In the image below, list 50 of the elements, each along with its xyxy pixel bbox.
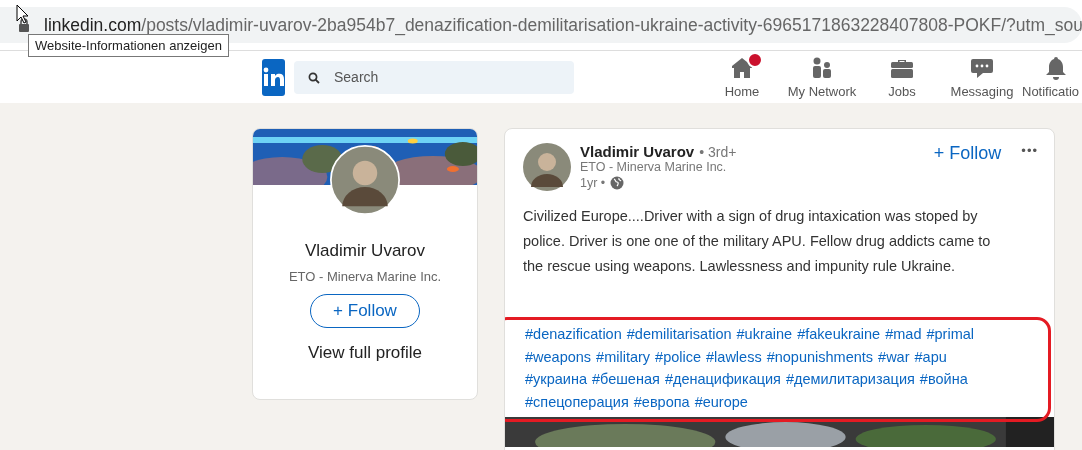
author-headline: ETO - Minerva Marine Inc. [580,160,728,174]
search-field[interactable]: Search [294,60,574,94]
hashtag-link[interactable]: #украина [525,371,587,388]
hashtag-link[interactable]: #бешеная [591,371,660,388]
post-text: Civilized Europe....Driver with a sign of drug intaxication was stoped by police. Driver is one one of the military APU. Fellow drug addicts came to the rescue using weapons. Lawlessness and impunity rule Ukraine. [523,207,992,276]
profile-name[interactable]: Vladimir Uvarov [305,241,425,261]
hashtag-link[interactable]: #война [919,371,968,388]
hashtag-link[interactable]: #lawless [706,348,762,365]
linkedin-logo[interactable] [262,58,285,96]
hashtag-link[interactable]: #денацификация [664,371,781,388]
view-profile-link[interactable]: View full profile [308,343,422,363]
hashtag-link[interactable]: #nopunishments [766,348,874,365]
profile-headline: ETO - Minerva Marine Inc. [288,269,442,284]
bell-icon [1044,55,1068,80]
hashtag-link[interactable]: #mad [885,326,922,343]
hashtag-link[interactable]: #military [596,348,651,365]
follow-button[interactable]: + Follow [310,294,420,328]
nav-item[interactable]: Jobs [862,55,942,99]
url-text: linkedin.com/posts/vladimir-uvarov-2ba954b7_denazification-demilitarisation-ukraine-activity-6965171863228407808-POKF/?utm_sou [44,14,1082,36]
connection-degree: • 3rd+ [699,144,737,160]
nav-item[interactable]: Messaging [942,55,1022,99]
author-name[interactable]: Vladimir Uvarov [580,143,695,160]
hashtag-link[interactable]: #demilitarisation [626,326,732,343]
search-icon [308,71,320,84]
follow-button[interactable]: + Follow [933,143,1002,164]
avatar [330,145,400,215]
hashtag-link[interactable]: #fakeukraine [797,326,881,343]
lock-icon[interactable] [18,18,30,32]
nav-item[interactable]: My Network [782,55,862,99]
home-icon [730,55,754,80]
hashtag-link[interactable]: #европа [633,393,690,410]
globe-icon [610,176,625,190]
post-age: 1yr • [580,176,606,190]
avatar[interactable] [523,143,571,191]
more-button[interactable]: ••• [1021,143,1038,158]
hashtag-link[interactable]: #police [655,348,702,365]
hashtag-link[interactable]: #ukraine [736,326,793,343]
hashtag-link[interactable]: #europe [694,393,748,410]
nav-item[interactable]: Home [702,55,782,99]
hashtag-link[interactable]: #war [878,348,910,365]
hashtag-link[interactable]: #демилитаризация [785,371,915,388]
hashtag-link[interactable]: #apu [914,348,947,365]
nav-item[interactable]: Notificatio [1022,55,1082,99]
hashtag-link[interactable]: #weapons [525,348,592,365]
people-icon [810,55,834,80]
tooltip: Website-Informationen anzeigen [28,34,229,57]
hashtag-link[interactable]: #denazification [525,326,622,343]
cursor-icon [16,4,28,24]
hashtag-link[interactable]: #primal [926,326,974,343]
hashtag-link[interactable]: #спецоперация [525,393,629,410]
